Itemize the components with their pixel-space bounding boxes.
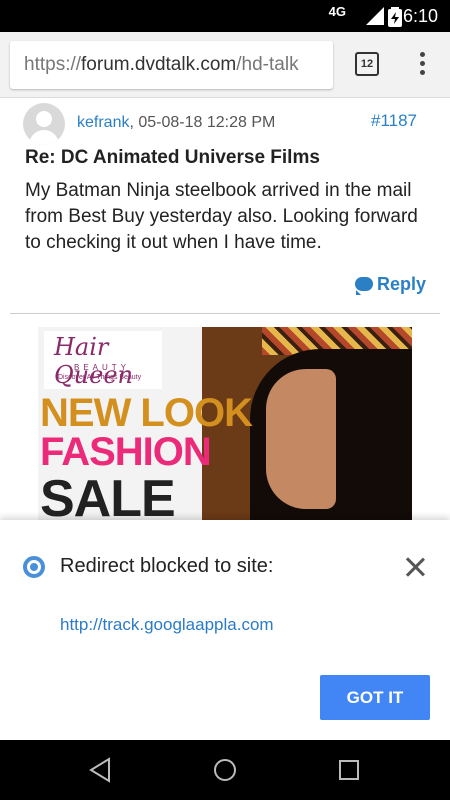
- system-nav-bar: [0, 740, 450, 800]
- reply-button[interactable]: Reply: [354, 274, 426, 295]
- post-meta: kefrank, 05-08-18 12:28 PM: [77, 114, 275, 132]
- battery-icon: [388, 7, 402, 27]
- signal-icon: [366, 7, 384, 25]
- url-scheme: https://: [24, 54, 82, 75]
- reply-label: Reply: [376, 274, 426, 294]
- url-bar[interactable]: https://forum.dvdtalk.com/hd-talk: [10, 41, 333, 89]
- got-it-button[interactable]: GOT IT: [320, 675, 430, 720]
- divider: [10, 313, 440, 314]
- sheet-title: Redirect blocked to site:: [60, 555, 274, 577]
- recents-icon[interactable]: [337, 758, 361, 782]
- status-bar: 4G 6:10: [0, 0, 450, 32]
- network-indicator: 4G: [328, 4, 346, 19]
- blocked-url-link[interactable]: http://track.googlaappla.com: [60, 615, 274, 635]
- avatar[interactable]: [23, 103, 65, 145]
- chrome-icon: [23, 556, 45, 578]
- ad-logo-sub: BEAUTY: [74, 363, 131, 372]
- post-number-link[interactable]: #1187: [371, 111, 417, 131]
- browser-toolbar: https://forum.dvdtalk.com/hd-talk 12: [0, 32, 450, 98]
- url-path: /hd-talk: [236, 54, 299, 75]
- ad-headline-3: SALE: [40, 470, 176, 522]
- clock: 6:10: [402, 6, 438, 26]
- home-icon[interactable]: [212, 757, 238, 783]
- speech-bubble-icon: [354, 277, 373, 295]
- post-title: Re: DC Animated Universe Films: [25, 147, 320, 168]
- post-body: My Batman Ninja steelbook arrived in the…: [25, 180, 418, 253]
- more-vert-icon[interactable]: [412, 50, 432, 80]
- redirect-blocked-sheet: Redirect blocked to site: http://track.g…: [0, 520, 450, 740]
- advertisement-banner[interactable]: Hair Queen BEAUTY Discover All Things Be…: [38, 327, 412, 522]
- post-date: , 05-08-18 12:28 PM: [129, 114, 276, 131]
- model-face: [266, 369, 336, 509]
- close-icon[interactable]: [402, 554, 428, 580]
- post-author-link[interactable]: kefrank: [77, 114, 129, 131]
- ad-logo: Hair Queen BEAUTY Discover All Things Be…: [44, 331, 162, 389]
- back-icon[interactable]: [88, 757, 112, 783]
- url-host: forum.dvdtalk.com: [81, 54, 237, 75]
- tab-switcher-button[interactable]: 12: [355, 52, 379, 76]
- ad-logo-tagline: Discover All Things Beauty: [58, 374, 142, 381]
